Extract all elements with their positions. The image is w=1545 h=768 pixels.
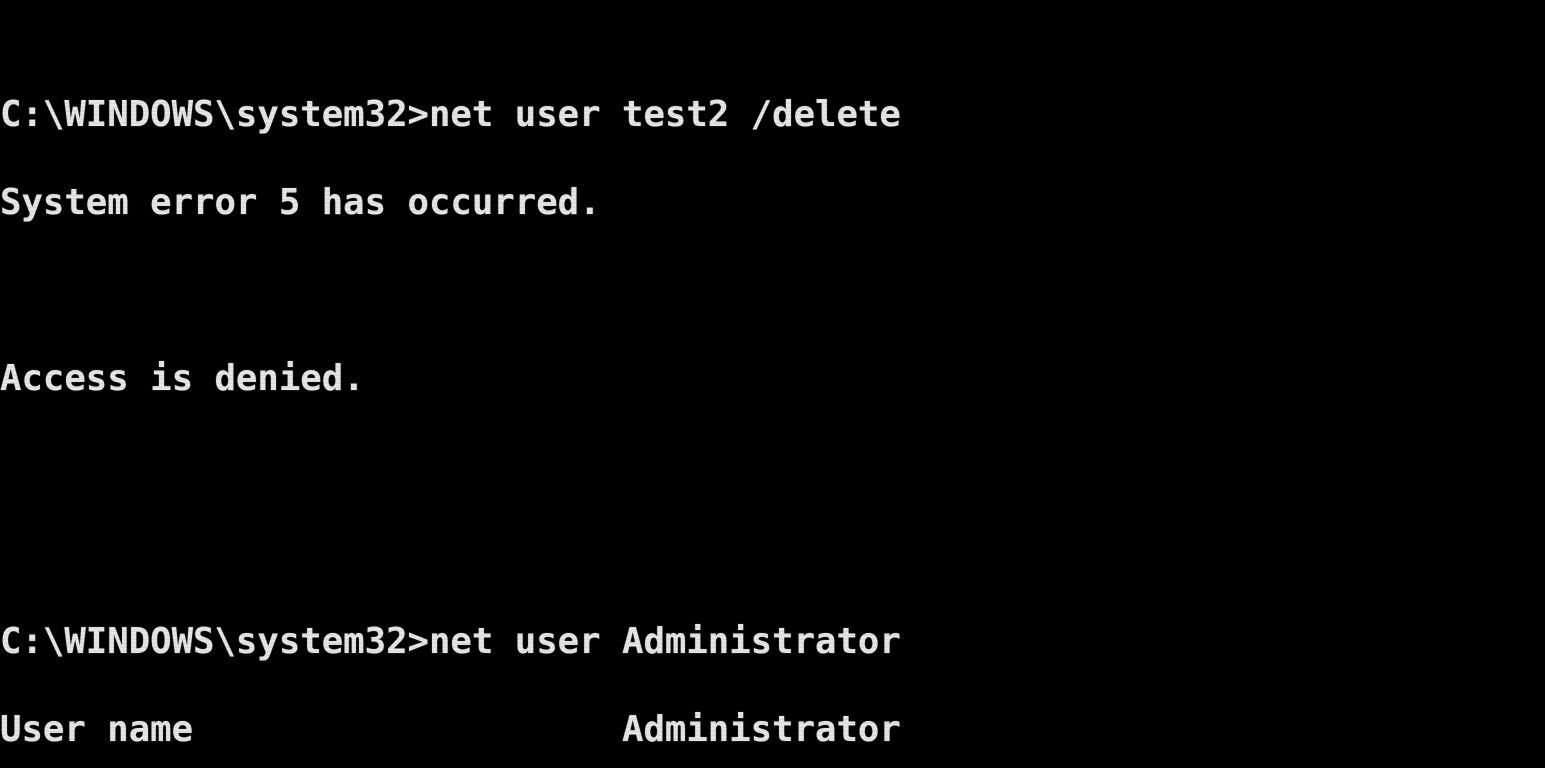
console-line-text: Access is denied. (0, 357, 365, 399)
error-system-error-5: System error 5 has occurred. (0, 184, 1545, 220)
error-access-denied: Access is denied. (0, 360, 1545, 396)
command-net-user-admin: C:\WINDOWS\system32>net user Administrat… (0, 624, 1545, 660)
command-net-user-delete: C:\WINDOWS\system32>net user test2 /dele… (0, 97, 1545, 133)
console-line-text: C:\WINDOWS\system32>net user test2 /dele… (0, 93, 901, 135)
console-line-text: System error 5 has occurred. (0, 181, 601, 223)
console-line-text: C:\WINDOWS\system32>net user Administrat… (0, 621, 901, 663)
console-line-text: User name Administrator (0, 709, 901, 751)
field-user-name: User name Administrator (0, 712, 1545, 748)
console-output-area[interactable]: C:\WINDOWS\system32>net user test2 /dele… (0, 0, 1545, 768)
